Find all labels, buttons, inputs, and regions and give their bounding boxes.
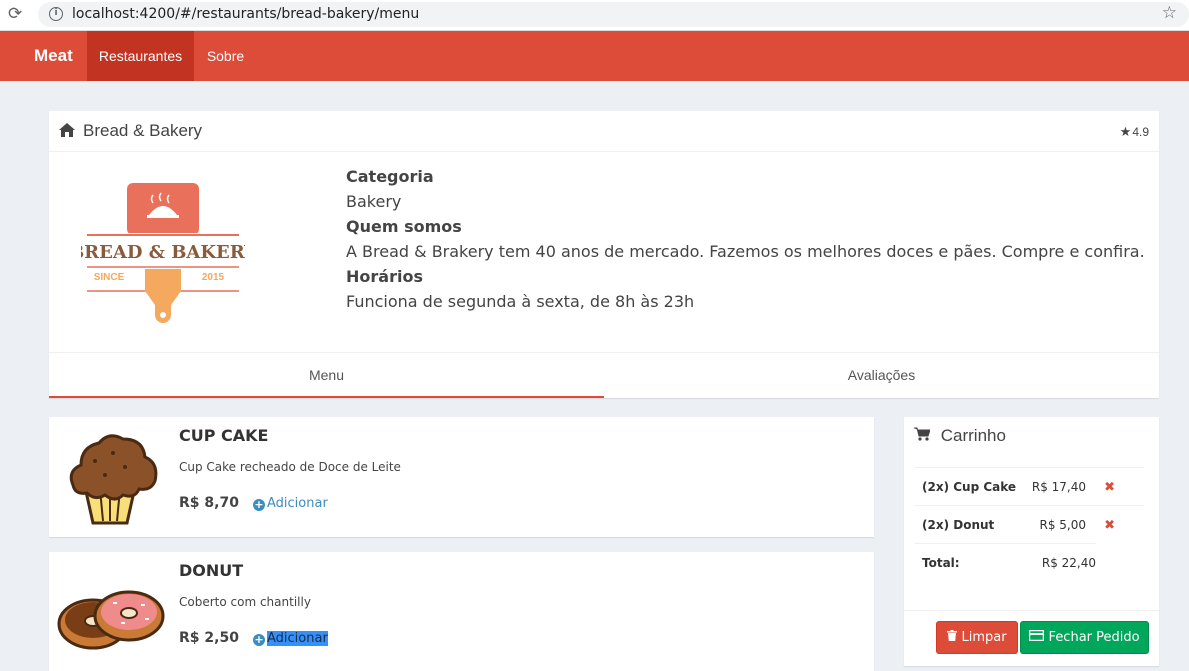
cart-item-price: R$ 5,00 <box>1039 518 1086 532</box>
trash-icon <box>947 630 961 645</box>
restaurant-name: Bread & Bakery <box>83 121 203 140</box>
bookmark-star-icon[interactable]: ☆ <box>1162 3 1177 23</box>
cart-box: Carrinho (2x) Cup Cake R$ 17,40 ✖ (2x) D… <box>904 417 1159 666</box>
about-value: A Bread & Brakery tem 40 anos de mercado… <box>346 242 1145 261</box>
restaurant-rating: ★4.9 <box>1120 124 1149 140</box>
menu-item-description: Cup Cake recheado de Doce de Leite <box>179 460 401 474</box>
tab-menu[interactable]: Menu <box>49 353 604 398</box>
reload-icon[interactable]: ⟳ <box>8 4 22 24</box>
url-text[interactable]: localhost:4200/#/restaurants/bread-baker… <box>72 6 419 22</box>
add-label: Adicionar <box>267 631 328 646</box>
menu-item-price: R$ 2,50 <box>179 630 239 646</box>
menu-item-name: CUP CAKE <box>179 426 269 445</box>
credit-card-icon <box>1029 629 1048 645</box>
restaurant-logo: BREAD & BAKERY SINCE 2015 <box>69 181 258 330</box>
cart-row: (2x) Cup Cake R$ 17,40 ✖ <box>914 467 1144 505</box>
restaurant-tabs: Menu Avaliações <box>49 352 1159 398</box>
menu-item-card: DONUT Coberto com chantilly R$ 2,50 + Adi… <box>49 552 874 671</box>
plus-circle-icon: + <box>253 633 265 646</box>
cart-total-value: R$ 22,40 <box>1041 556 1096 570</box>
cart-item-price: R$ 17,40 <box>1031 480 1086 494</box>
restaurant-info: Categoria Bakery Quem somos A Bread & Br… <box>346 164 1145 314</box>
home-icon <box>59 123 75 142</box>
about-label: Quem somos <box>346 217 462 236</box>
logo-title: BREAD & BAKERY <box>81 242 245 263</box>
hours-label: Horários <box>346 267 423 286</box>
menu-item-card: CUP CAKE Cup Cake recheado de Doce de Le… <box>49 417 874 537</box>
nav-sobre[interactable]: Sobre <box>194 31 257 81</box>
star-icon: ★ <box>1119 124 1132 139</box>
add-label: Adicionar <box>267 496 328 511</box>
category-value: Bakery <box>346 192 402 211</box>
cupcake-image <box>55 431 165 532</box>
restaurant-detail-box: Bread & Bakery ★4.9 BREAD & BAKERY SINCE… <box>49 111 1159 398</box>
cart-title: Carrinho <box>914 426 1006 446</box>
category-label: Categoria <box>346 167 434 186</box>
cart-table: (2x) Cup Cake R$ 17,40 ✖ (2x) Donut R$ 5… <box>914 467 1144 581</box>
rating-value: 4.9 <box>1132 125 1149 139</box>
menu-item-description: Coberto com chantilly <box>179 595 311 609</box>
info-icon[interactable]: i <box>49 7 63 21</box>
cart-title-text: Carrinho <box>940 426 1006 445</box>
hours-value: Funciona de segunda à sexta, de 8h às 23… <box>346 292 695 311</box>
logo-year: 2015 <box>202 272 225 283</box>
browser-toolbar: ⟳ i localhost:4200/#/restaurants/bread-b… <box>0 0 1189 31</box>
logo-since: SINCE <box>94 272 125 283</box>
shopping-cart-icon <box>914 426 935 445</box>
clear-label: Limpar <box>961 630 1007 645</box>
cart-footer: Limpar Fechar Pedido <box>904 610 1159 666</box>
plus-circle-icon: + <box>253 498 265 511</box>
remove-item-icon[interactable]: ✖ <box>1104 518 1115 533</box>
cart-row: (2x) Donut R$ 5,00 ✖ <box>914 505 1144 543</box>
cart-total-row: Total: R$ 22,40 <box>914 543 1096 581</box>
brand-logo[interactable]: Meat <box>34 46 73 66</box>
cart-total-label: Total: <box>922 556 960 570</box>
restaurant-header: Bread & Bakery ★4.9 <box>49 111 1159 152</box>
cart-item-name: (2x) Donut <box>922 518 995 532</box>
clear-cart-button[interactable]: Limpar <box>936 621 1018 654</box>
add-to-cart-button[interactable]: + Adicionar <box>252 495 329 515</box>
nav-restaurantes[interactable]: Restaurantes <box>87 31 194 81</box>
checkout-label: Fechar Pedido <box>1048 630 1140 645</box>
tab-avaliacoes[interactable]: Avaliações <box>604 353 1159 398</box>
address-bar[interactable]: i localhost:4200/#/restaurants/bread-bak… <box>38 2 1189 27</box>
top-navbar: Meat Restaurantes Sobre <box>0 31 1189 81</box>
remove-item-icon[interactable]: ✖ <box>1104 480 1115 495</box>
checkout-button[interactable]: Fechar Pedido <box>1020 621 1149 654</box>
menu-item-name: DONUT <box>179 561 244 580</box>
donut-image <box>55 588 167 657</box>
add-to-cart-button[interactable]: + Adicionar <box>252 630 329 650</box>
menu-item-price: R$ 8,70 <box>179 495 239 511</box>
cart-item-name: (2x) Cup Cake <box>922 480 1017 494</box>
